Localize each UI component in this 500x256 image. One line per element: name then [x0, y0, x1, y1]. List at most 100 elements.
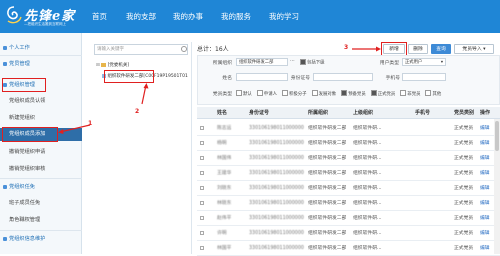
- table-row[interactable]: 林晓东 330106198011000000 组织软件研发二部 组织软件研... 正式党…: [197, 196, 500, 211]
- site-logo[interactable]: 先锋e家 —把组织生活搬到互联网上: [4, 3, 86, 29]
- cell-name: 刘晓东: [217, 186, 232, 191]
- user-type-select[interactable]: 正式用户 ▾: [402, 58, 446, 66]
- cell-org: 组织软件研发二部: [308, 171, 347, 176]
- edit-link[interactable]: 编辑: [480, 181, 490, 196]
- edit-link[interactable]: 编辑: [480, 211, 490, 226]
- party-type-option: 预备党员: [348, 91, 366, 97]
- org-filter-label: 所属组织: [212, 61, 232, 66]
- party-type-checkbox[interactable]: 正式党员: [370, 90, 396, 97]
- cell-parent-org: 组织软件研...: [353, 126, 382, 131]
- row-checkbox[interactable]: [200, 186, 204, 190]
- edit-link[interactable]: 编辑: [480, 166, 490, 181]
- annotation-arrow-1-icon: [58, 124, 91, 134]
- cell-name: 许明: [217, 231, 227, 236]
- table-row[interactable]: 刘晓东 330106198011000000 组织软件研发二部 组织软件研... 正式党…: [197, 181, 500, 196]
- row-checkbox[interactable]: [200, 126, 204, 130]
- sidebar-item-revoke-apply[interactable]: 撤销党组织申请: [0, 146, 82, 159]
- search-icon[interactable]: [181, 46, 187, 52]
- sidebar-item-revoke-review[interactable]: 撤销党组织审核: [0, 163, 82, 176]
- annotation-number-2: 2: [135, 108, 140, 115]
- folder-icon: [101, 62, 107, 67]
- row-checkbox[interactable]: [200, 231, 204, 235]
- table-row[interactable]: 赵伟平 330106198011000000 组织软件研发二部 组织软件研... 正式党…: [197, 211, 500, 226]
- nav-my-branch[interactable]: 我的支部: [126, 10, 156, 24]
- edit-link[interactable]: 编辑: [480, 226, 490, 241]
- row-checkbox[interactable]: [200, 156, 204, 160]
- col-phone: 手机号: [415, 110, 431, 116]
- nav-my-affairs[interactable]: 我的办事: [173, 10, 203, 24]
- party-type-checkbox[interactable]: 预备党员: [341, 90, 366, 97]
- party-type-checkbox[interactable]: 其他: [425, 90, 442, 97]
- tree-search-input[interactable]: 请输入关键字: [94, 44, 188, 55]
- party-type-checkbox[interactable]: 发展对象: [311, 90, 336, 97]
- sidebar-item-team-appointment[interactable]: 班子成员任免: [0, 197, 82, 210]
- org-filter-input[interactable]: 组织软件研发二部: [236, 58, 288, 66]
- edit-link[interactable]: 编辑: [480, 196, 490, 211]
- party-type-checkbox[interactable]: 积极分子: [281, 90, 307, 97]
- sidebar-item-member-management[interactable]: 党员管理: [0, 58, 82, 71]
- chevron-down-icon: ▾: [483, 47, 486, 52]
- cell-idcard: 330106198011000000: [249, 156, 304, 161]
- name-filter-input[interactable]: [236, 73, 288, 81]
- more-icon[interactable]: ⋯: [290, 58, 295, 64]
- import-button[interactable]: 党员导入 ▾: [454, 44, 494, 54]
- sidebar-item-personal-work[interactable]: 个人工作: [0, 42, 82, 55]
- sidebar-divider: [0, 55, 82, 56]
- col-party-type: 党员类别: [454, 110, 475, 116]
- col-org: 所属组织: [308, 110, 329, 116]
- annotation-number-3: 3: [344, 44, 349, 51]
- idcard-filter-input[interactable]: [313, 73, 373, 81]
- col-parent-org: 上级组织: [353, 110, 374, 116]
- sidebar-item-appointment[interactable]: 党组织任免: [0, 181, 82, 194]
- cell-party-type: 正式党员: [454, 201, 474, 206]
- table-row[interactable]: 林国伟 330106198011000000 组织软件研发二部 组织软件研... 正式党…: [197, 151, 500, 166]
- sidebar-item-label: 个人工作: [9, 45, 30, 51]
- cell-parent-org: 组织软件研...: [353, 216, 382, 221]
- query-button[interactable]: 查询: [431, 44, 451, 54]
- cell-party-type: 正式党员: [454, 126, 474, 131]
- edit-link[interactable]: 编辑: [480, 151, 490, 166]
- delete-button[interactable]: 删除: [408, 44, 428, 54]
- include-sub-checkbox[interactable]: 包括下级: [300, 59, 325, 66]
- party-type-option: 正式党员: [377, 91, 396, 97]
- sidebar-item-member-claim[interactable]: 党组织成员认领: [0, 95, 82, 108]
- annotation-box-org-management: [2, 78, 46, 92]
- cell-org: 组织软件研发二部: [308, 141, 347, 146]
- row-checkbox[interactable]: [200, 141, 204, 145]
- annotation-arrow-3-icon: [352, 46, 381, 52]
- sidebar-item-role-permission[interactable]: 角色職权管理: [0, 214, 82, 227]
- nav-my-services[interactable]: 我的服务: [221, 10, 251, 24]
- party-type-checkbox[interactable]: 默认: [236, 90, 252, 97]
- row-checkbox[interactable]: [200, 246, 204, 250]
- phone-filter-input[interactable]: [402, 73, 446, 81]
- sidebar-item-label: 党员管理: [9, 61, 30, 67]
- sidebar-divider: [0, 178, 82, 179]
- total-count: 总计：16人: [197, 46, 229, 53]
- checkbox-icon: [370, 90, 377, 96]
- nav-home[interactable]: 首页: [92, 10, 107, 24]
- table-row[interactable]: 王建华 330106198011000000 组织软件研发二部 组织软件研... 正式党…: [197, 166, 500, 181]
- annotation-box-add-member: [2, 127, 58, 142]
- table-row[interactable]: 杨明 330106198011000000 组织软件研发二部 组织软件研... 正式党员…: [197, 136, 500, 151]
- table-row[interactable]: 许明 330106198011000000 组织软件研发二部 组织软件研... 正式党员…: [197, 226, 500, 241]
- cell-party-type: 正式党员: [454, 216, 474, 221]
- tree-root-node[interactable]: ⊟ [党委机关]: [96, 61, 129, 70]
- scrollbar-thumb[interactable]: [495, 121, 499, 151]
- party-type-checkbox[interactable]: 非党员: [400, 90, 420, 97]
- import-label: 党员导入: [462, 47, 482, 52]
- cell-idcard: 330106198011000000: [249, 201, 304, 206]
- name-filter-label: 姓名: [222, 76, 232, 81]
- cell-idcard: 330106198011000000: [249, 171, 304, 176]
- edit-link[interactable]: 编辑: [480, 121, 490, 136]
- table-row[interactable]: 陈志远 330106198011000000 组织软件研发二部 组织软件研... 正式党…: [197, 121, 500, 136]
- nav-my-learning[interactable]: 我的学习: [269, 10, 299, 24]
- party-type-checkbox[interactable]: 申请人: [256, 90, 277, 97]
- row-checkbox[interactable]: [200, 216, 204, 220]
- sidebar-item-org-info[interactable]: 党组织信息维护: [0, 233, 82, 246]
- party-type-checkboxes: 默认 申请人 积极分子 发展对象 预备党员 正式党员 非党员 其他: [236, 90, 498, 98]
- cell-org: 组织软件研发二部: [308, 231, 347, 236]
- party-type-option: 其他: [432, 91, 442, 97]
- row-checkbox[interactable]: [200, 201, 204, 205]
- row-checkbox[interactable]: [200, 171, 204, 175]
- edit-link[interactable]: 编辑: [480, 136, 490, 151]
